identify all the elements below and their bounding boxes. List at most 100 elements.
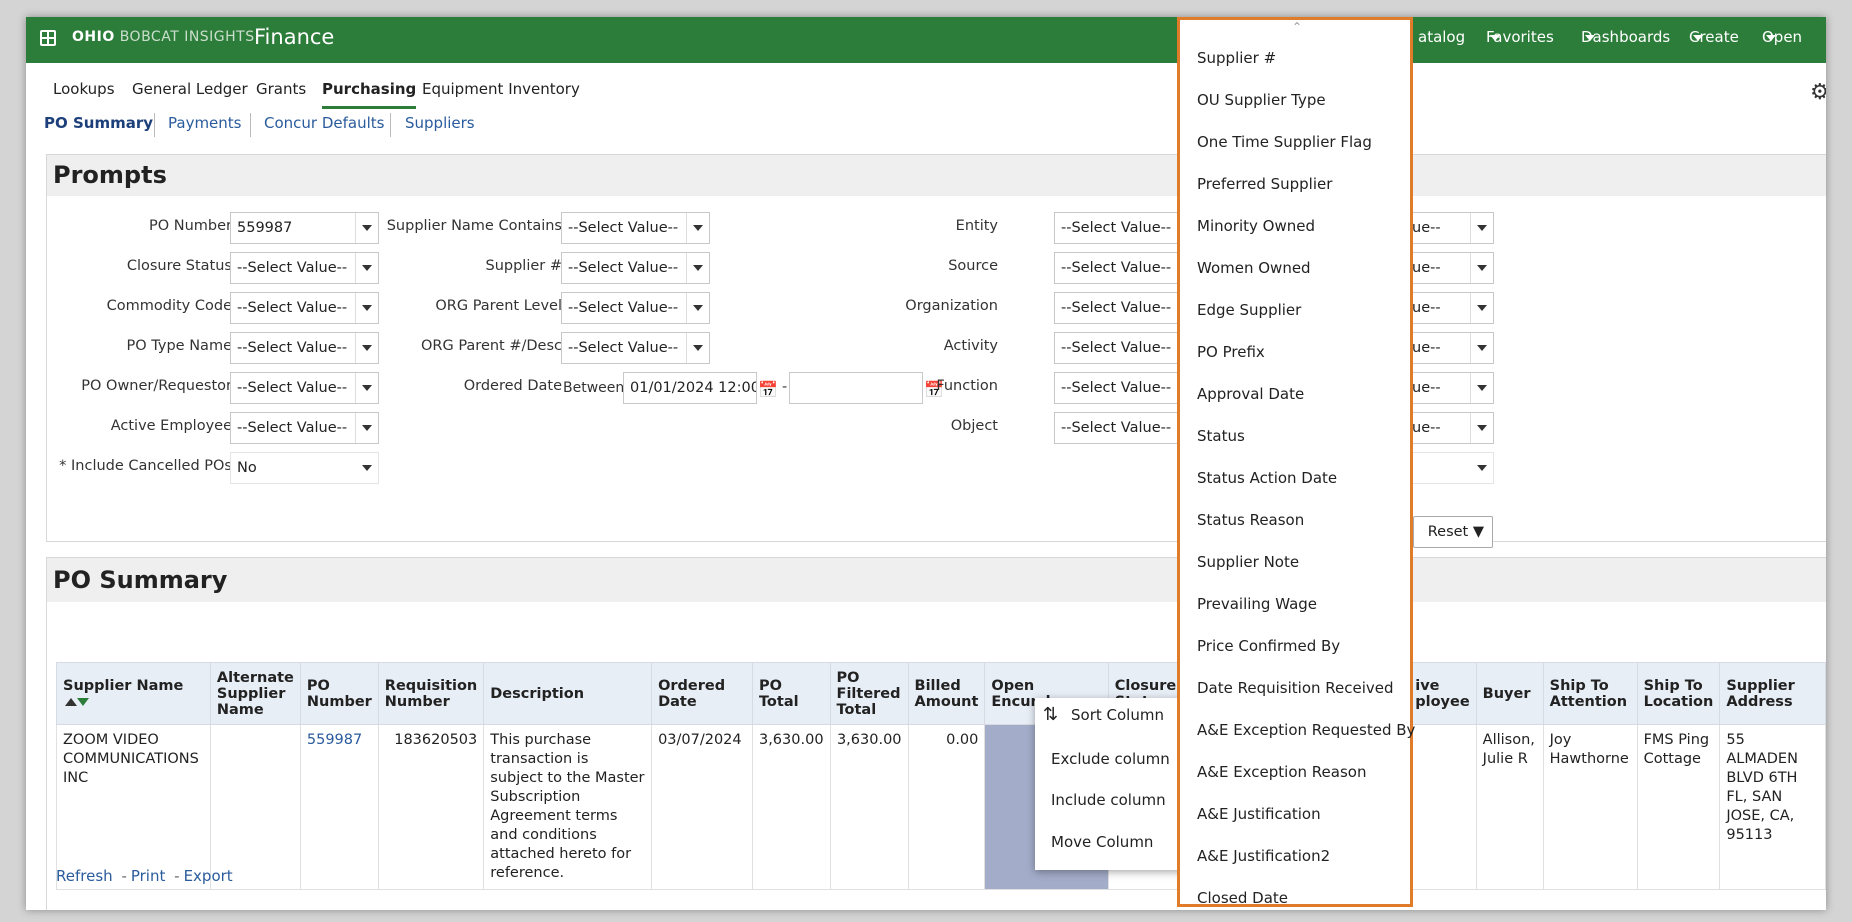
column-list-item[interactable]: PO Prefix (1197, 343, 1265, 361)
subtab-payments[interactable]: Payments (168, 114, 241, 132)
organization-select[interactable]: --Select Value-- (1054, 292, 1178, 324)
object-select[interactable]: --Select Value-- (1054, 412, 1178, 444)
activity-select[interactable]: --Select Value-- (1054, 332, 1178, 364)
col-supplier-address[interactable]: Supplier Address (1719, 662, 1826, 725)
column-list-item[interactable]: Prevailing Wage (1197, 595, 1317, 613)
prompt-select[interactable]: ue-- (1410, 292, 1494, 324)
supplier-number-select[interactable]: --Select Value-- (561, 252, 710, 284)
column-list-item[interactable]: Preferred Supplier (1197, 175, 1332, 193)
menu-exclude-column[interactable]: Exclude column (1051, 750, 1170, 768)
column-list-item[interactable]: A&E Justification2 (1197, 847, 1330, 865)
closure-status-select[interactable]: --Select Value-- (230, 252, 379, 284)
col-req-number[interactable]: Requisition Number (377, 662, 485, 725)
column-context-menu: ⇅ Sort Column Exclude column Include col… (1035, 698, 1209, 870)
column-list-item[interactable]: A&E Justification (1197, 805, 1321, 823)
prompt-select[interactable]: ue-- (1410, 252, 1494, 284)
org-parent-desc-select[interactable]: --Select Value-- (561, 332, 710, 364)
active-employee-select[interactable]: --Select Value-- (230, 412, 379, 444)
supplier-number-label: Supplier # (485, 258, 562, 274)
column-list-item[interactable]: Closed Date (1197, 889, 1288, 907)
column-list-item[interactable]: Minority Owned (1197, 217, 1315, 235)
org-parent-desc-label: ORG Parent #/Desc (420, 338, 562, 354)
active-employee-label: Active Employee (110, 418, 232, 434)
chevron-down-icon (1470, 373, 1493, 403)
col-ship-to-location[interactable]: Ship To Location (1636, 662, 1721, 725)
po-number-select[interactable]: 559987 (230, 212, 379, 244)
entity-label: Entity (955, 218, 998, 234)
col-buyer[interactable]: Buyer (1475, 662, 1544, 725)
column-list-item[interactable]: Status (1197, 427, 1245, 445)
sort-icon[interactable] (65, 694, 89, 710)
col-active-employee[interactable]: ive ployee (1408, 662, 1477, 725)
nav-open[interactable]: Open (1762, 28, 1802, 46)
prompt-select[interactable]: ue-- (1410, 332, 1494, 364)
include-cancelled-select[interactable]: No (230, 452, 379, 484)
column-list-item[interactable]: Price Confirmed By (1197, 637, 1340, 655)
tab-grants[interactable]: Grants (256, 80, 306, 98)
sort-icon: ⇅ (1043, 704, 1059, 725)
column-list-item[interactable]: A&E Exception Reason (1197, 763, 1366, 781)
org-parent-level-select[interactable]: --Select Value-- (561, 292, 710, 324)
menu-move-column[interactable]: Move Column (1051, 833, 1190, 851)
subtab-suppliers[interactable]: Suppliers (405, 114, 475, 132)
prompt-select[interactable] (1410, 452, 1494, 484)
prompt-select[interactable]: ue-- (1410, 212, 1494, 244)
chevron-down-icon (1470, 213, 1493, 243)
menu-sort-column[interactable]: Sort Column (1071, 706, 1209, 724)
col-ordered-date[interactable]: Ordered Date (651, 662, 753, 725)
chevron-down-icon (1470, 253, 1493, 283)
chevron-up-icon[interactable]: ⌃ (1292, 20, 1302, 34)
subtab-po-summary[interactable]: PO Summary (44, 114, 153, 132)
column-list-item[interactable]: Edge Supplier (1197, 301, 1301, 319)
ordered-date-from-input[interactable]: 01/01/2024 12:00 (623, 372, 757, 404)
nav-dashboards[interactable]: Dashboards (1581, 28, 1670, 46)
column-list-item[interactable]: Date Requisition Received (1197, 679, 1394, 697)
ordered-date-to-input[interactable] (789, 372, 923, 404)
gear-icon[interactable]: ⚙ (1810, 80, 1826, 105)
column-list-item[interactable]: Approval Date (1197, 385, 1304, 403)
column-list-item[interactable]: Supplier # (1197, 49, 1276, 67)
subtab-concur-defaults[interactable]: Concur Defaults (264, 114, 384, 132)
function-select[interactable]: --Select Value-- (1054, 372, 1178, 404)
col-alt-supplier[interactable]: Alternate Supplier Name (209, 662, 301, 725)
calendar-icon[interactable]: 📅 (758, 380, 778, 399)
commodity-code-select[interactable]: --Select Value-- (230, 292, 379, 324)
cell-description: This purchase transaction is subject to … (483, 724, 653, 890)
column-list-item[interactable]: Women Owned (1197, 259, 1311, 277)
menu-include-column[interactable]: Include column (1051, 791, 1189, 809)
column-list-item[interactable]: OU Supplier Type (1197, 91, 1326, 109)
tab-general-ledger[interactable]: General Ledger (132, 80, 248, 98)
column-list-item[interactable]: One Time Supplier Flag (1197, 133, 1372, 151)
col-po-filtered-total[interactable]: PO Filtered Total (829, 662, 909, 725)
chevron-down-icon (355, 293, 378, 323)
col-po-number[interactable]: PO Number (299, 662, 379, 725)
col-description[interactable]: Description (483, 662, 653, 725)
refresh-link[interactable]: Refresh (56, 867, 113, 885)
nav-favorites[interactable]: Favorites (1486, 28, 1554, 46)
tab-equipment-inventory[interactable]: Equipment Inventory (422, 80, 580, 98)
reset-button[interactable]: Reset ▼ (1413, 516, 1493, 548)
column-list-item[interactable]: A&E Exception Requested By (1197, 721, 1415, 739)
tab-purchasing[interactable]: Purchasing (322, 80, 417, 109)
tab-lookups[interactable]: Lookups (53, 80, 115, 98)
prompt-select[interactable]: ue-- (1410, 412, 1494, 444)
po-owner-select[interactable]: --Select Value-- (230, 372, 379, 404)
col-billed-amount[interactable]: Billed Amount (907, 662, 986, 725)
po-number-link[interactable]: 559987 (299, 724, 379, 890)
source-select[interactable]: --Select Value-- (1054, 252, 1178, 284)
prompt-select[interactable]: ue-- (1410, 372, 1494, 404)
entity-select[interactable]: --Select Value-- (1054, 212, 1178, 244)
po-type-name-select[interactable]: --Select Value-- (230, 332, 379, 364)
apps-grid-icon[interactable] (40, 30, 56, 46)
supplier-name-select[interactable]: --Select Value-- (561, 212, 710, 244)
nav-create[interactable]: Create (1689, 28, 1739, 46)
col-supplier-name[interactable]: Supplier Name (56, 662, 211, 725)
print-link[interactable]: Print (131, 867, 166, 885)
export-link[interactable]: Export (184, 867, 233, 885)
col-ship-to-attention[interactable]: Ship To Attention (1542, 662, 1638, 725)
column-list-item[interactable]: Status Action Date (1197, 469, 1337, 487)
column-list-item[interactable]: Supplier Note (1197, 553, 1299, 571)
col-po-total[interactable]: PO Total (751, 662, 831, 725)
cell-supplier-address: 55 ALMADEN BLVD 6TH FL, SAN JOSE, CA, 95… (1719, 724, 1826, 890)
column-list-item[interactable]: Status Reason (1197, 511, 1304, 529)
